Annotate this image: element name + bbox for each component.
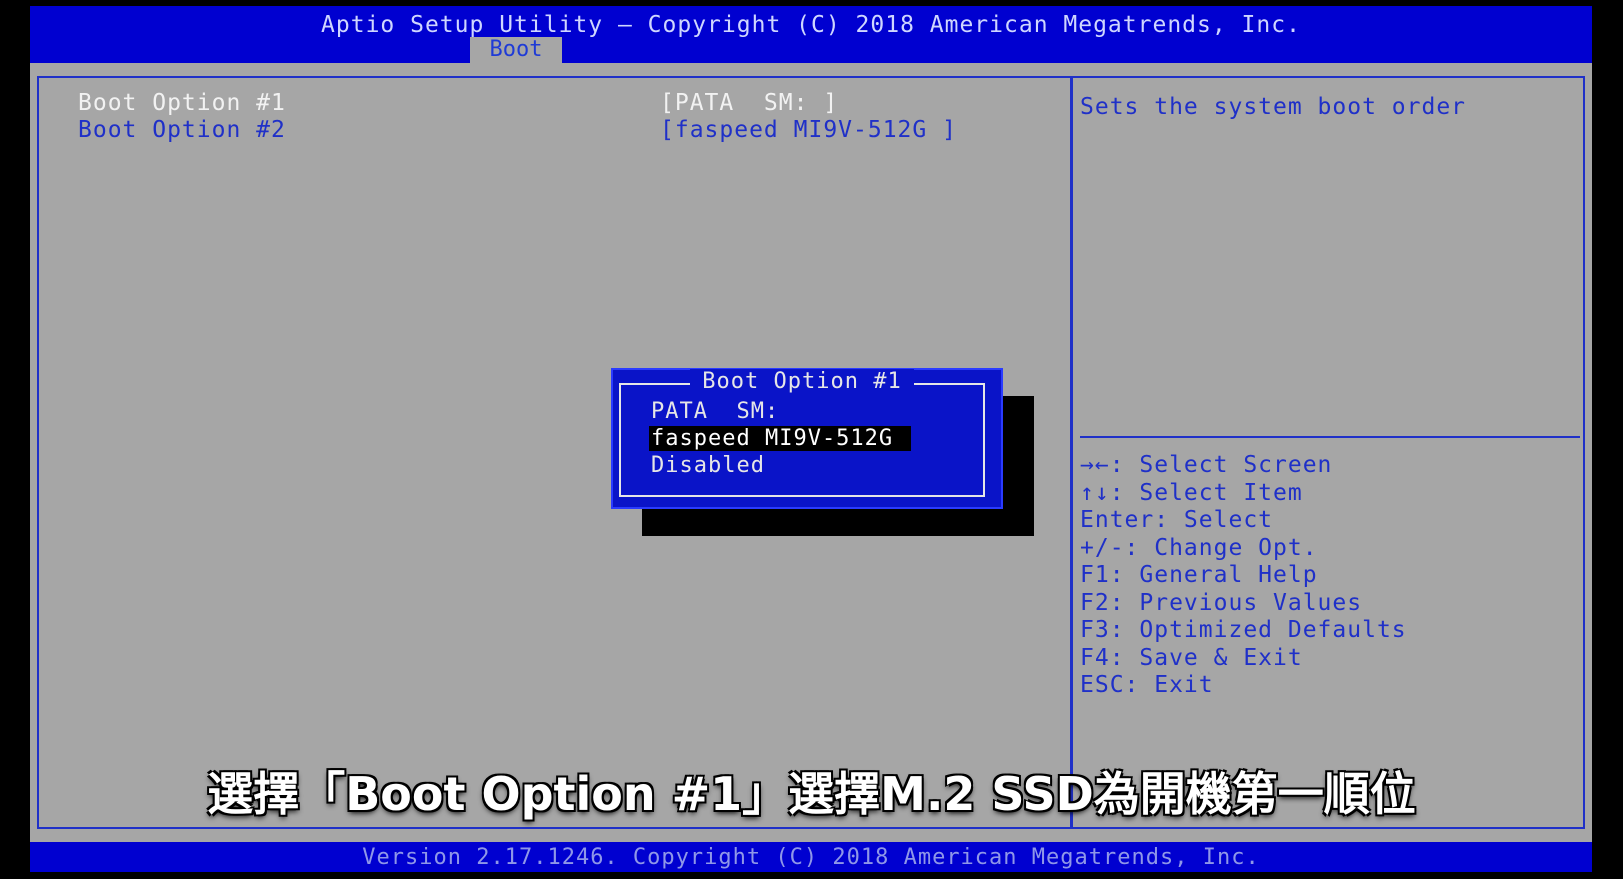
boot-option-popup: Boot Option #1 PATA SM: faspeed MI9V-512… [611, 368, 1003, 509]
help-description: Sets the system boot order [1080, 94, 1467, 120]
popup-title-text: Boot Option #1 [690, 369, 914, 394]
bios-screen: Aptio Setup Utility – Copyright (C) 2018… [30, 6, 1592, 872]
boot-option-1-value[interactable]: [PATA SM: ] [660, 90, 838, 116]
key-esc: ESC: Exit [1080, 672, 1214, 698]
popup-frame: Boot Option #1 PATA SM: faspeed MI9V-512… [619, 369, 985, 497]
boot-option-2-value[interactable]: [faspeed MI9V-512G ] [660, 117, 957, 143]
key-enter: Enter: Select [1080, 507, 1274, 533]
key-select-screen: →←: Select Screen [1080, 452, 1333, 478]
video-subtitle: 選擇「Boot Option #1」選擇M.2 SSD為開機第一順位 [207, 767, 1416, 821]
help-divider [1080, 436, 1580, 438]
key-select-item: ↑↓: Select Item [1080, 479, 1303, 506]
app-title: Aptio Setup Utility – Copyright (C) 2018… [321, 12, 1301, 38]
footer-bar: Version 2.17.1246. Copyright (C) 2018 Am… [30, 842, 1592, 872]
key-f2: F2: Previous Values [1080, 589, 1363, 616]
key-f1: F1: General Help [1080, 562, 1318, 588]
title-bar: Aptio Setup Utility – Copyright (C) 2018… [30, 6, 1592, 63]
boot-option-1[interactable]: Boot Option #1 [78, 90, 286, 116]
popup-item-faspeed[interactable]: faspeed MI9V-512G [649, 426, 912, 451]
popup-item-disabled[interactable]: Disabled [651, 453, 765, 478]
key-legend: →←: Select Screen ↑↓: Select Item Enter:… [1080, 452, 1407, 700]
key-change-opt: +/-: Change Opt. [1080, 534, 1318, 561]
key-f3: F3: Optimized Defaults [1080, 617, 1407, 643]
panel-divider [1070, 76, 1073, 829]
key-f4: F4: Save & Exit [1080, 644, 1303, 671]
footer-text: Version 2.17.1246. Copyright (C) 2018 Am… [362, 845, 1260, 870]
boot-option-2[interactable]: Boot Option #2 [78, 117, 286, 143]
popup-item-pata[interactable]: PATA SM: [651, 399, 779, 424]
tab-boot[interactable]: Boot [470, 37, 562, 63]
